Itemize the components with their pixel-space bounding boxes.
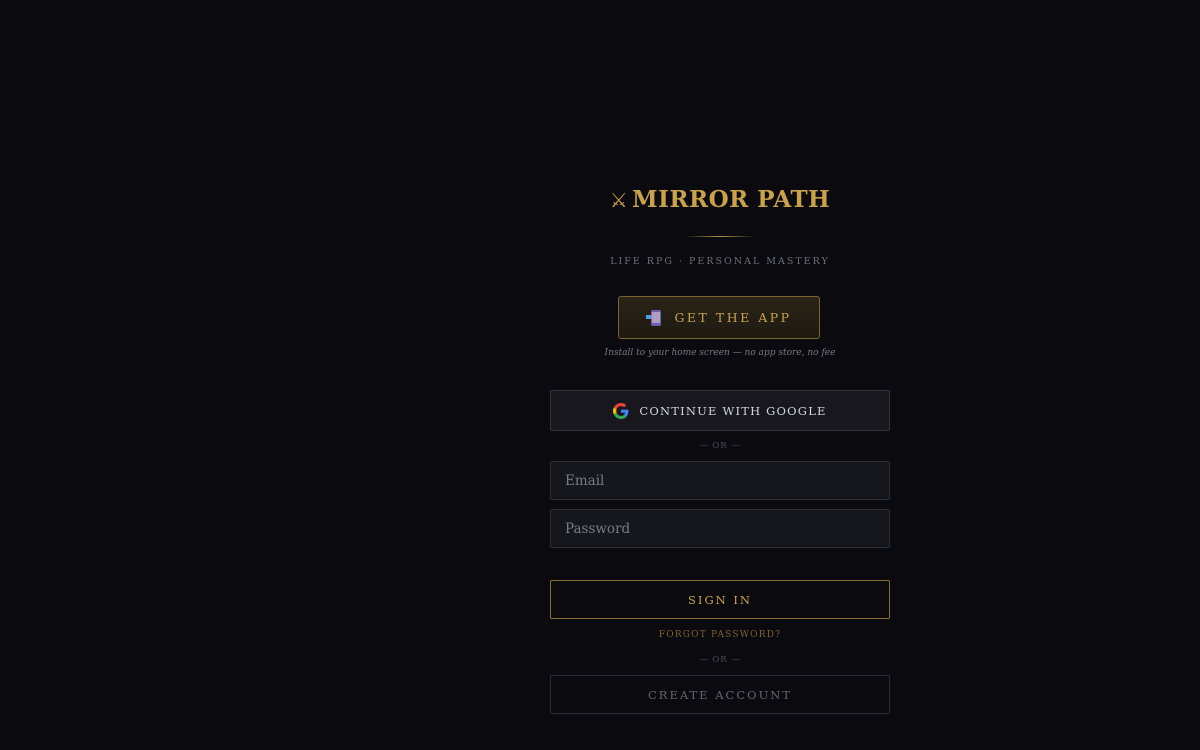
tagline: LIFE RPG · PERSONAL MASTERY <box>610 256 830 267</box>
google-logo-icon <box>613 402 629 419</box>
brand-name: MIRROR PATH <box>632 186 831 213</box>
install-note: Install to your home screen — no app sto… <box>604 348 836 358</box>
or-separator: — OR — <box>699 655 741 665</box>
email-field[interactable] <box>550 461 890 500</box>
crossed-swords-icon: ⚔ <box>609 188 629 212</box>
continue-with-google-label: CONTINUE WITH GOOGLE <box>639 403 827 418</box>
sign-in-button[interactable]: SIGN IN <box>550 580 890 619</box>
login-panel: ⚔ MIRROR PATH LIFE RPG · PERSONAL MASTERY… <box>550 0 890 750</box>
brand-divider <box>685 236 755 237</box>
forgot-password-link[interactable]: FORGOT PASSWORD? <box>550 630 890 640</box>
brand-logo: ⚔ MIRROR PATH <box>550 186 890 213</box>
continue-with-google-button[interactable]: CONTINUE WITH GOOGLE <box>550 390 890 431</box>
create-account-button[interactable]: CREATE ACCOUNT <box>550 675 890 714</box>
password-field[interactable] <box>550 509 890 548</box>
or-separator: — OR — <box>699 441 741 451</box>
install-phone-icon <box>646 309 662 326</box>
get-the-app-label: GET THE APP <box>674 310 792 325</box>
get-the-app-button[interactable]: GET THE APP <box>618 296 820 339</box>
